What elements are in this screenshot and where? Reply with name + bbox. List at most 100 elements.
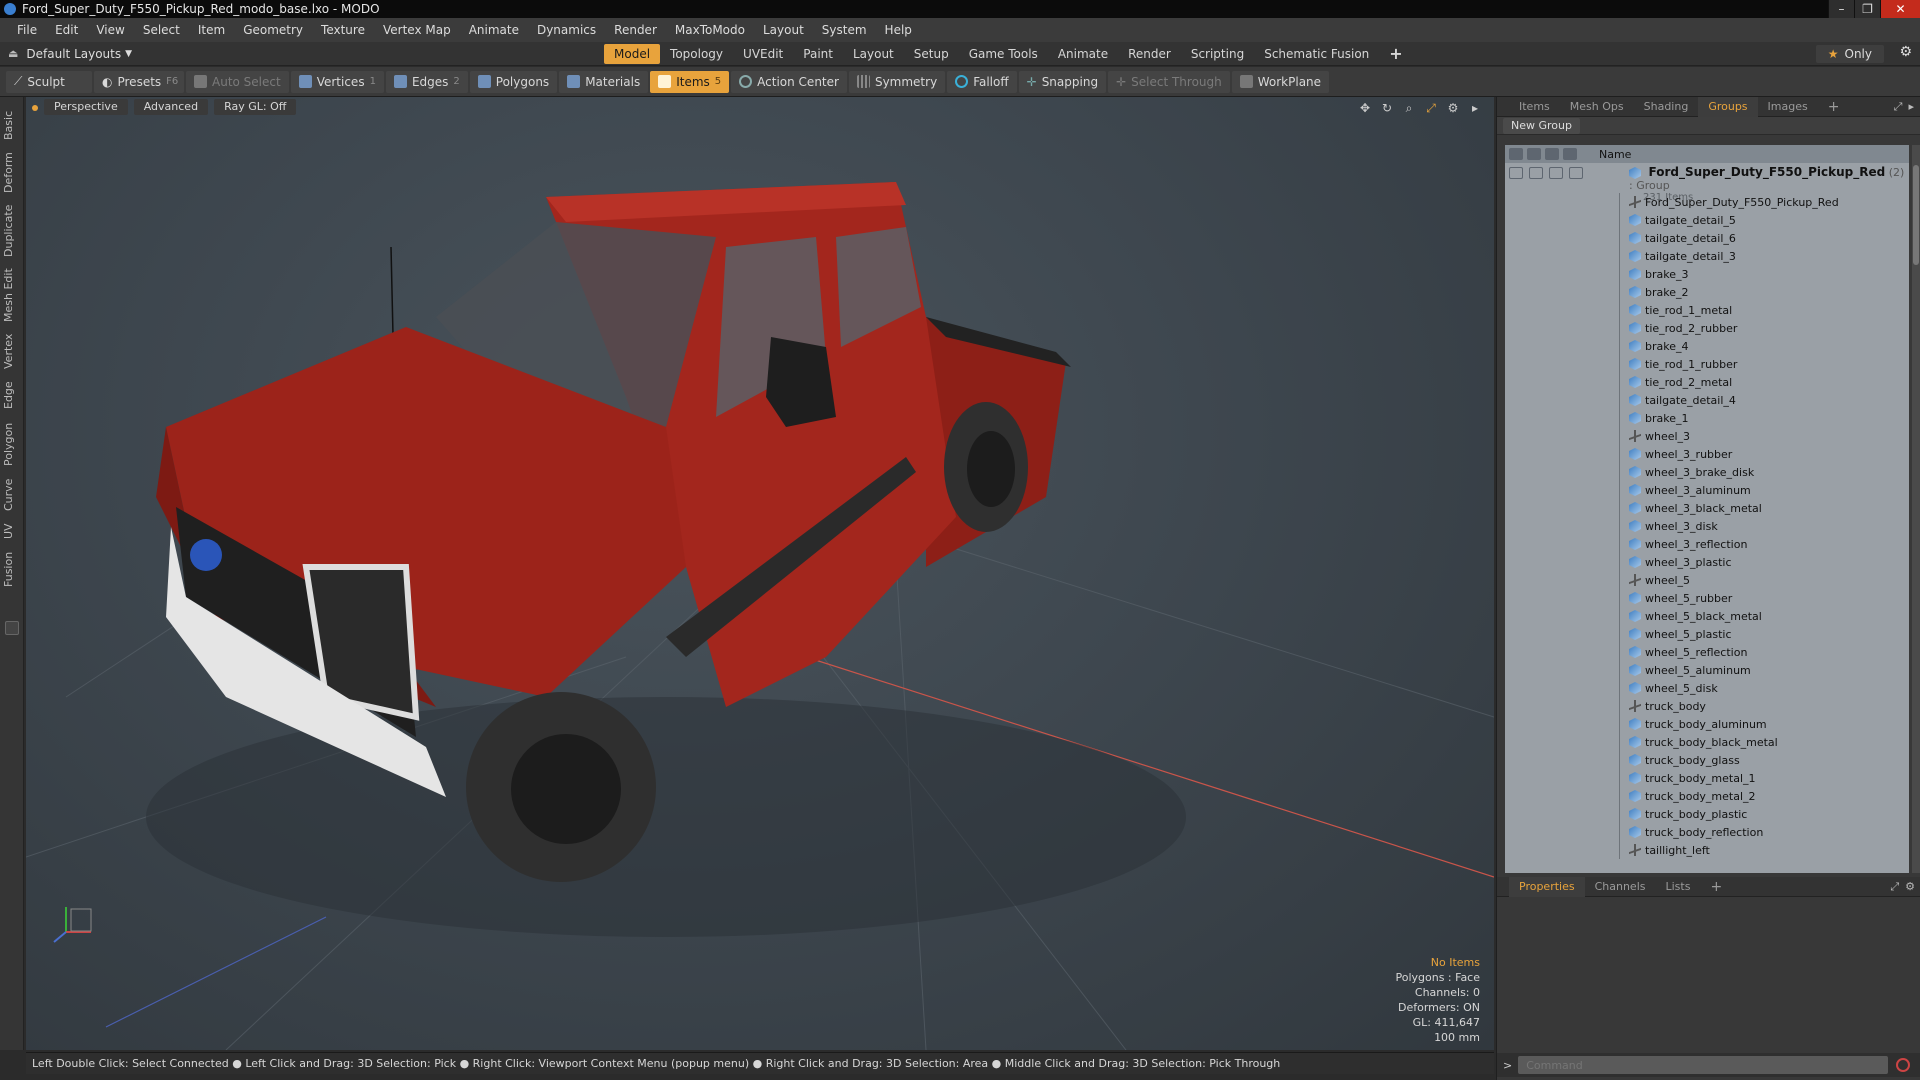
- group-row[interactable]: Ford_Super_Duty_F550_Pickup_Red (2) : Gr…: [1505, 163, 1909, 203]
- presets-button[interactable]: ◐ Presets F6: [94, 70, 184, 93]
- group-render-icon[interactable]: [1529, 167, 1543, 179]
- tab-layout[interactable]: Layout: [843, 44, 904, 64]
- list-item[interactable]: truck_body_metal_2: [1505, 787, 1909, 805]
- list-item[interactable]: Ford_Super_Duty_F550_Pickup_Red: [1505, 193, 1909, 211]
- default-layouts-dropdown[interactable]: Default Layouts ▼: [26, 47, 132, 61]
- list-item[interactable]: truck_body_aluminum: [1505, 715, 1909, 733]
- panel-tab-mesh-ops[interactable]: Mesh Ops: [1560, 97, 1634, 117]
- falloff-button[interactable]: Falloff: [947, 70, 1017, 93]
- workplane-button[interactable]: WorkPlane: [1231, 70, 1330, 93]
- menu-texture[interactable]: Texture: [312, 18, 374, 42]
- zoom-icon[interactable]: ⌕: [1402, 101, 1416, 115]
- only-toggle[interactable]: ★ Only: [1815, 45, 1884, 63]
- fit-icon[interactable]: ⤢: [1424, 101, 1438, 115]
- command-input[interactable]: [1518, 1056, 1889, 1074]
- materials-button[interactable]: Materials: [559, 70, 649, 93]
- tab-uvedit[interactable]: UVEdit: [733, 44, 793, 64]
- symmetry-button[interactable]: Symmetry: [848, 70, 946, 93]
- panel-tab-shading[interactable]: Shading: [1634, 97, 1699, 117]
- shading-mode-button[interactable]: Advanced: [133, 99, 209, 115]
- panel-tab-items[interactable]: Items: [1509, 97, 1560, 117]
- action-center-button[interactable]: Action Center: [731, 70, 847, 93]
- list-item[interactable]: wheel_3_rubber: [1505, 445, 1909, 463]
- group-lock-icon[interactable]: [1549, 167, 1563, 179]
- list-item[interactable]: wheel_3_aluminum: [1505, 481, 1909, 499]
- gear-icon[interactable]: ⚙: [1899, 44, 1912, 60]
- list-item[interactable]: wheel_3_black_metal: [1505, 499, 1909, 517]
- list-item[interactable]: wheel_5_plastic: [1505, 625, 1909, 643]
- list-item[interactable]: brake_2: [1505, 283, 1909, 301]
- vtab-edge[interactable]: Edge: [2, 377, 22, 413]
- list-item[interactable]: tailgate_detail_4: [1505, 391, 1909, 409]
- select-icon[interactable]: [1563, 148, 1577, 160]
- tab-model[interactable]: Model: [604, 44, 661, 64]
- list-item[interactable]: tailgate_detail_5: [1505, 211, 1909, 229]
- menu-maxtomodo[interactable]: MaxToModo: [666, 18, 754, 42]
- panel-tab-lists[interactable]: Lists: [1656, 877, 1701, 897]
- vtab-uv[interactable]: UV: [2, 519, 22, 543]
- menu-file[interactable]: File: [8, 18, 46, 42]
- select-through-button[interactable]: ✛ Select Through: [1108, 70, 1230, 93]
- list-item[interactable]: wheel_5_disk: [1505, 679, 1909, 697]
- menu-edit[interactable]: Edit: [46, 18, 87, 42]
- list-item[interactable]: wheel_3_plastic: [1505, 553, 1909, 571]
- menu-item[interactable]: Item: [189, 18, 234, 42]
- panel-arrow-icon[interactable]: ▸: [1908, 100, 1914, 114]
- menu-vertex-map[interactable]: Vertex Map: [374, 18, 460, 42]
- list-item[interactable]: brake_1: [1505, 409, 1909, 427]
- raygl-toggle[interactable]: Ray GL: Off: [214, 99, 297, 115]
- viewport-menu-icon[interactable]: [32, 105, 38, 111]
- menu-help[interactable]: Help: [876, 18, 921, 42]
- layout-lock-icon[interactable]: ⏏: [8, 47, 18, 60]
- list-item[interactable]: wheel_3_reflection: [1505, 535, 1909, 553]
- panel-add-tab-button[interactable]: +: [1818, 97, 1850, 117]
- new-group-button[interactable]: New Group: [1503, 117, 1580, 134]
- list-item[interactable]: truck_body_black_metal: [1505, 733, 1909, 751]
- auto-select-button[interactable]: Auto Select: [186, 70, 289, 93]
- vtab-basic[interactable]: Basic: [2, 107, 22, 143]
- vertices-button[interactable]: Vertices 1: [290, 70, 384, 93]
- list-item[interactable]: truck_body_glass: [1505, 751, 1909, 769]
- group-eye-icon[interactable]: [1509, 167, 1523, 179]
- menu-system[interactable]: System: [813, 18, 876, 42]
- list-item[interactable]: wheel_3_disk: [1505, 517, 1909, 535]
- group-select-icon[interactable]: [1569, 167, 1583, 179]
- list-item[interactable]: tailgate_detail_6: [1505, 229, 1909, 247]
- panel-tab-properties[interactable]: Properties: [1509, 876, 1585, 897]
- vtab-curve[interactable]: Curve: [2, 475, 22, 515]
- list-item[interactable]: truck_body_reflection: [1505, 823, 1909, 841]
- pan-icon[interactable]: ✥: [1358, 101, 1372, 115]
- menu-render[interactable]: Render: [605, 18, 666, 42]
- bottom-expand-icon[interactable]: ⤢: [1890, 880, 1899, 894]
- tab-render[interactable]: Render: [1118, 44, 1181, 64]
- polygons-button[interactable]: Polygons: [469, 70, 558, 93]
- bottom-gear-icon[interactable]: ⚙: [1905, 880, 1915, 894]
- close-button[interactable]: ✕: [1880, 0, 1920, 18]
- list-item[interactable]: wheel_3: [1505, 427, 1909, 445]
- 3d-viewport[interactable]: Perspective Advanced Ray GL: Off ✥ ↻ ⌕ ⤢…: [26, 97, 1494, 1050]
- list-item[interactable]: tailgate_detail_3: [1505, 247, 1909, 265]
- view-mode-button[interactable]: Perspective: [44, 99, 128, 115]
- tab-game-tools[interactable]: Game Tools: [959, 44, 1048, 64]
- list-item[interactable]: tie_rod_1_metal: [1505, 301, 1909, 319]
- toolbox-toggle-icon[interactable]: [5, 621, 19, 635]
- tab-topology[interactable]: Topology: [660, 44, 733, 64]
- scrollbar-thumb[interactable]: [1913, 165, 1919, 265]
- list-item[interactable]: wheel_5_reflection: [1505, 643, 1909, 661]
- list-item[interactable]: wheel_5: [1505, 571, 1909, 589]
- list-item[interactable]: tie_rod_2_metal: [1505, 373, 1909, 391]
- name-column-header[interactable]: Name: [1589, 148, 1631, 161]
- sculpt-button[interactable]: ⟋ Sculpt: [6, 70, 92, 93]
- vtab-deform[interactable]: Deform: [2, 149, 22, 197]
- stop-icon[interactable]: [1896, 1058, 1911, 1072]
- vtab-fusion[interactable]: Fusion: [2, 547, 22, 591]
- list-item[interactable]: wheel_5_aluminum: [1505, 661, 1909, 679]
- lock-icon[interactable]: [1545, 148, 1559, 160]
- menu-layout[interactable]: Layout: [754, 18, 813, 42]
- list-item[interactable]: truck_body_metal_1: [1505, 769, 1909, 787]
- panel-tab-images[interactable]: Images: [1758, 97, 1818, 117]
- list-item[interactable]: truck_body: [1505, 697, 1909, 715]
- menu-view[interactable]: View: [87, 18, 133, 42]
- tab-paint[interactable]: Paint: [793, 44, 843, 64]
- items-button[interactable]: Items 5: [650, 70, 730, 93]
